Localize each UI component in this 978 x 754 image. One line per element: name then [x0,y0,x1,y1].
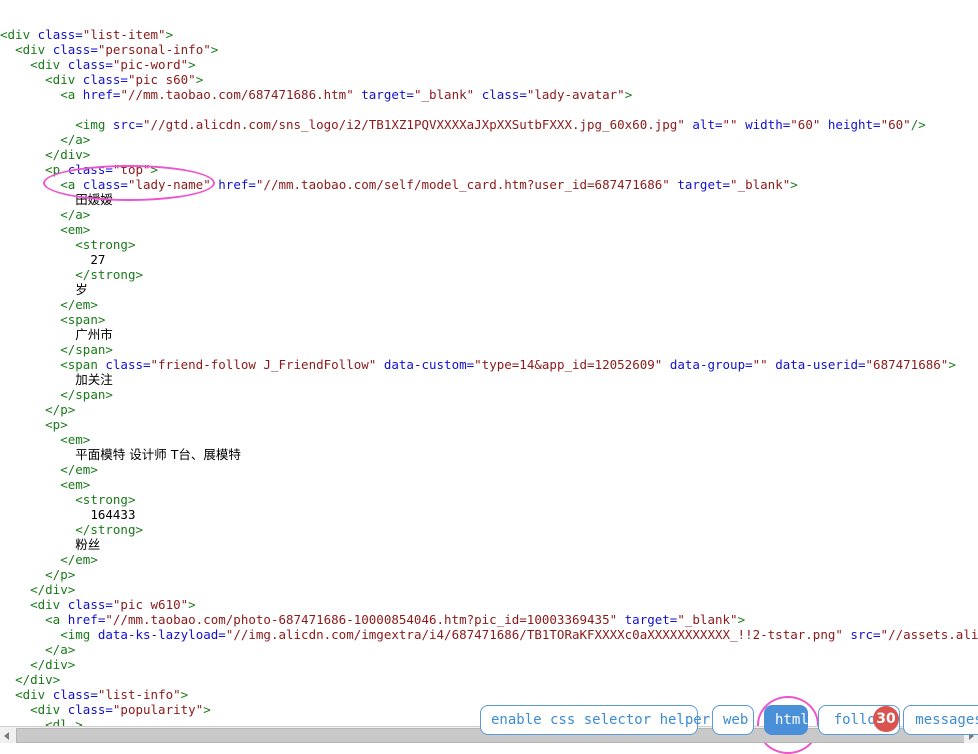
html-source-viewer: <div class="list-item"> <div class="pers… [0,0,978,754]
code-line: 平面模特 设计师 T台、展模特 [75,446,241,462]
code-line: </em> [60,296,98,312]
tab-web[interactable]: web [712,705,754,735]
code-line: </p> [45,401,76,417]
code-line: </a> [60,206,91,222]
code-line: 164433 [90,506,136,522]
code-line: <em> [60,431,91,447]
code-line: <strong> [75,491,136,507]
code-line: 广州市 [75,326,113,342]
code-line: <span> [60,311,106,327]
code-line: <div class="personal-info"> [15,41,219,57]
enable-css-selector-helper-button[interactable]: enable css selector helper [480,705,710,735]
follow-count-badge: 30 [873,706,899,732]
code-line: </div> [15,671,61,687]
code-line: <div class="pic s60"> [45,71,204,87]
code-line: </div> [30,656,76,672]
code-line: <div class="list-item"> [0,26,174,42]
code-line: <em> [60,476,91,492]
code-line: </div> [45,146,91,162]
code-line: <strong> [75,236,136,252]
code-line: <p class="top"> [45,161,159,177]
code-line: <a href="//mm.taobao.com/687471686.htm" … [60,86,633,102]
code-line: </div> [30,581,76,597]
code-line: 岁 [75,281,88,297]
tab-html[interactable]: html [764,705,809,735]
code-line: 粉丝 [75,536,101,552]
code-line: <em> [60,221,91,237]
code-line: </a> [60,131,91,147]
code-line: <div class="pic w610"> [30,596,196,612]
tab-messages[interactable]: messages [903,705,978,735]
code-line: <div class="list-info"> [15,686,189,702]
code-line: </span> [60,386,113,402]
code-line: </em> [60,551,98,567]
bottom-toolbar: enable css selector helper web html foll… [0,705,978,743]
code-line: 27 [90,251,106,267]
code-line: </p> [45,566,76,582]
code-line: <img data-ks-lazyload="//img.alicdn.com/… [60,626,978,642]
code-line: <a href="//mm.taobao.com/photo-687471686… [45,611,746,627]
source-code-pane[interactable]: <div class="list-item"> <div class="pers… [0,27,978,727]
code-line: 田嫒嫒 [75,191,113,207]
code-line: <a class="lady-name" href="//mm.taobao.c… [60,176,798,192]
code-line: </a> [45,641,76,657]
code-line: </strong> [75,266,143,282]
code-line: 加关注 [75,371,113,387]
code-line: </em> [60,461,98,477]
code-line: <p> [45,416,68,432]
code-line: <div class="pic-word"> [30,56,196,72]
code-line: <img src="//gtd.alicdn.com/sns_logo/i2/T… [75,116,926,132]
code-line: <span class="friend-follow J_FriendFollo… [60,356,956,372]
code-line: </strong> [75,521,143,537]
code-line: </span> [60,341,113,357]
